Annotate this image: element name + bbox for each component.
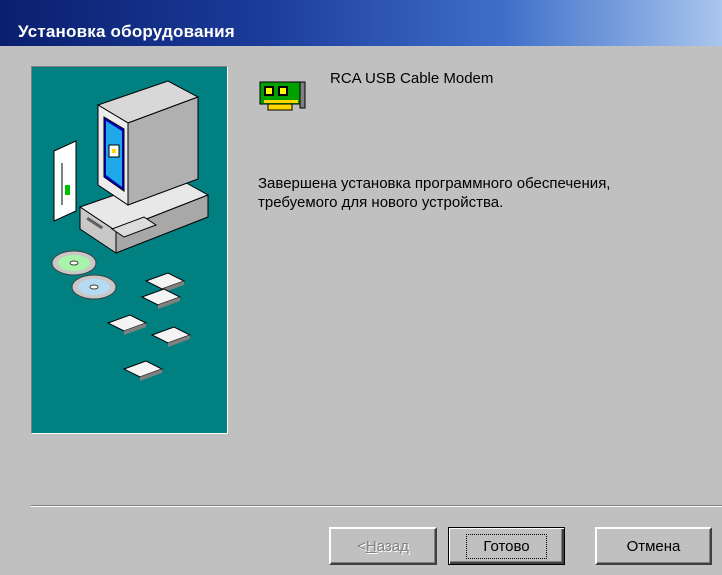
cancel-button-label: Отмена	[626, 537, 681, 555]
back-button-accel: Н	[365, 537, 377, 555]
finish-button-label: Готово	[466, 533, 547, 559]
floppy-disk-icon	[106, 314, 148, 335]
network-card-icon	[258, 80, 308, 114]
completion-message: Завершена установка программного обеспеч…	[258, 174, 708, 212]
wizard-illustration-panel	[31, 66, 228, 434]
back-button-label: азад	[376, 537, 409, 555]
message-line-1: Завершена установка программного обеспеч…	[258, 175, 611, 192]
tower-side-icon	[53, 140, 77, 222]
cancel-button[interactable]: Отмена	[595, 527, 712, 565]
back-button-prefix: <	[357, 537, 366, 555]
window-title: Установка оборудования	[18, 22, 235, 41]
computer-and-disks-illustration	[51, 80, 210, 381]
button-separator	[31, 505, 722, 507]
title-bar[interactable]: Установка оборудования	[0, 0, 722, 46]
back-button[interactable]: < Назад	[329, 527, 437, 565]
device-name: RCA USB Cable Modem	[330, 70, 494, 87]
floppy-disk-icon	[140, 288, 182, 309]
finish-button[interactable]: Готово	[448, 527, 565, 565]
floppy-disk-icon	[122, 360, 164, 381]
hardware-setup-wizard-window: Установка оборудования RCA USB Cable Mod…	[0, 0, 722, 575]
message-line-2: требуемого для нового устройства.	[258, 194, 504, 211]
floppy-disk-icon	[150, 326, 192, 347]
